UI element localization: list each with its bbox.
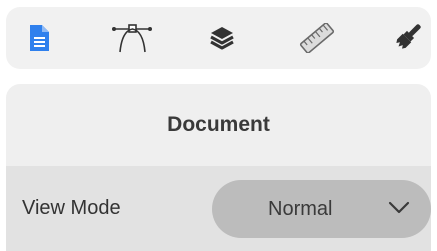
bezier-curve-icon [112, 21, 152, 55]
view-mode-row: View Mode Normal [6, 166, 431, 251]
chevron-down-icon [388, 201, 410, 220]
view-mode-label: View Mode [22, 197, 121, 219]
paintbrush-icon [392, 22, 422, 54]
section-title: Document [167, 113, 270, 136]
tab-document[interactable] [10, 7, 68, 69]
tab-layers[interactable] [193, 7, 251, 69]
tab-measure[interactable] [288, 7, 346, 69]
layers-icon [209, 25, 235, 51]
tab-path[interactable] [103, 7, 161, 69]
tab-style[interactable] [378, 7, 436, 69]
view-mode-select[interactable]: Normal [212, 180, 431, 238]
ruler-icon [299, 23, 335, 53]
document-icon [28, 24, 50, 52]
inspector-panel: Document View Mode Normal [0, 0, 437, 251]
tool-tabs [6, 7, 431, 69]
view-mode-value: Normal [268, 198, 333, 220]
document-section: Document View Mode Normal [6, 84, 431, 251]
